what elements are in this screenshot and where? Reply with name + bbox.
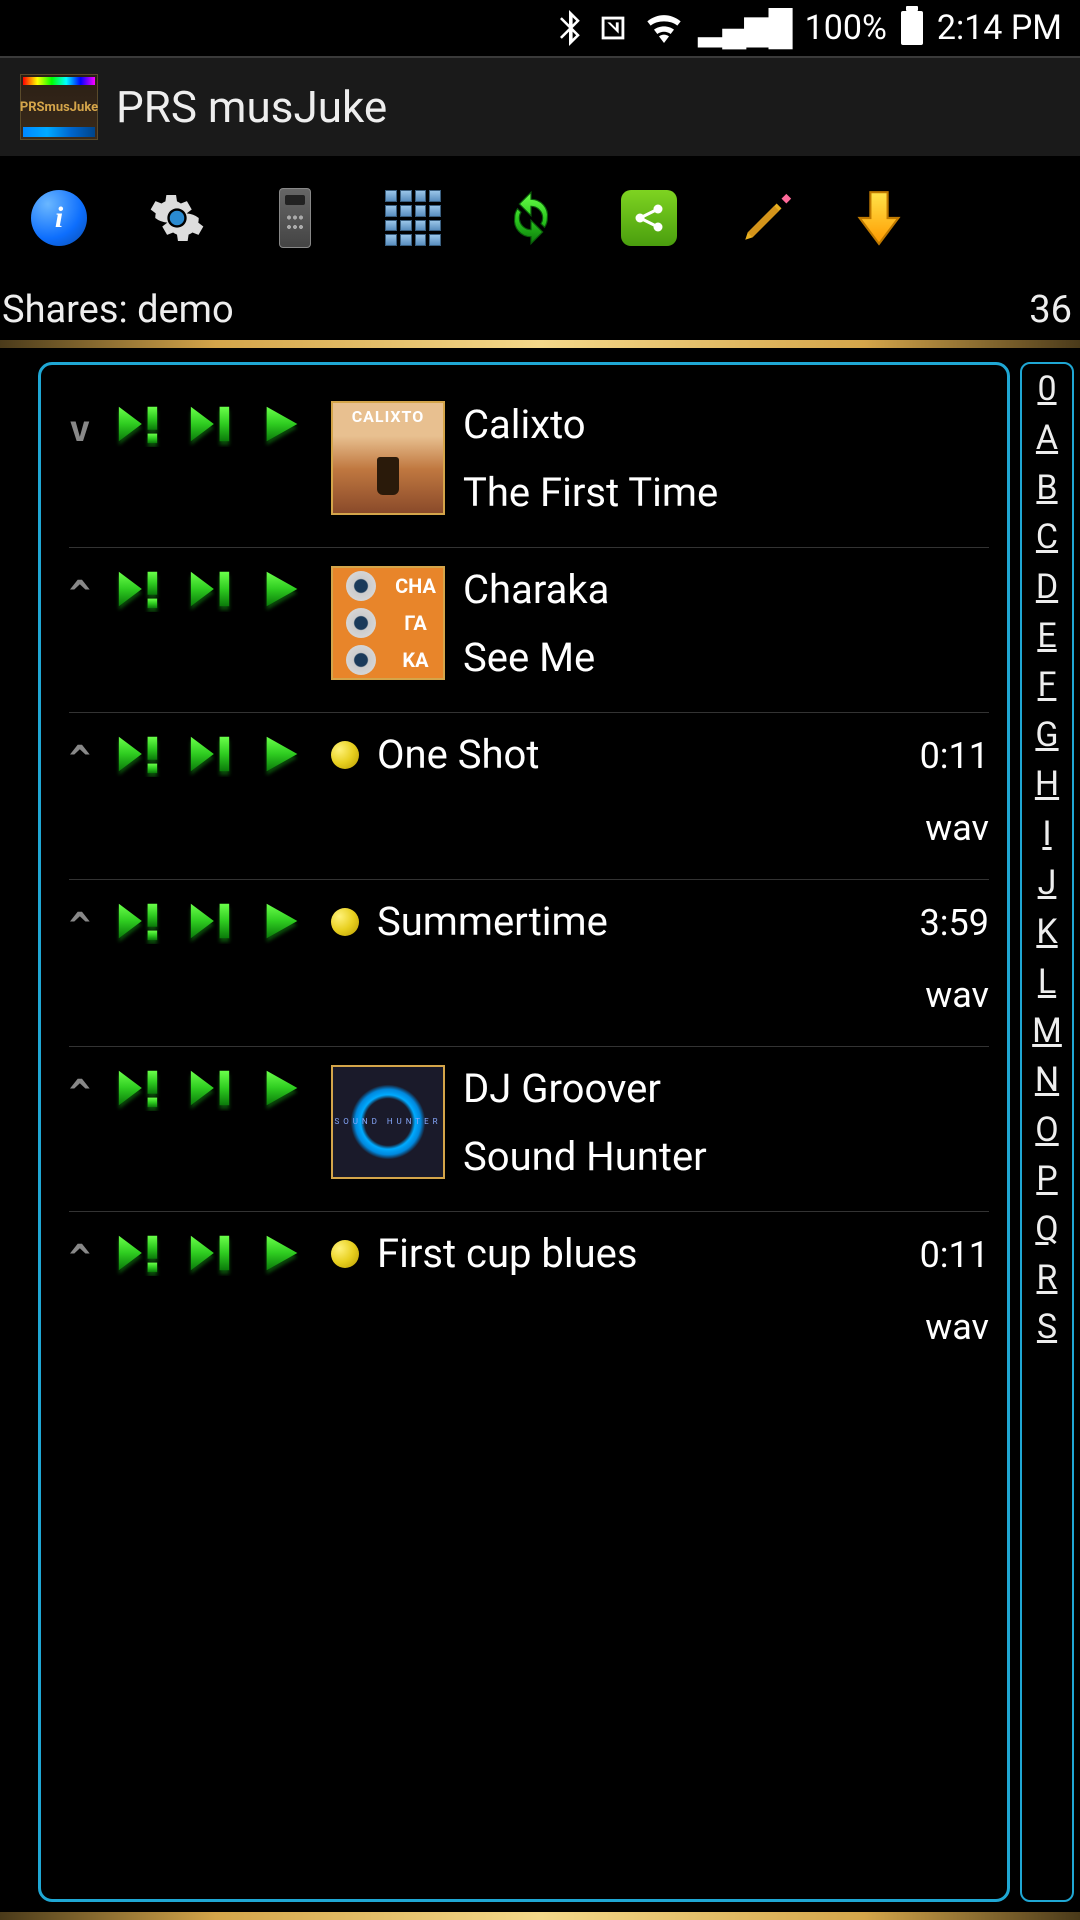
track-row[interactable]: v Calixto The First Time — [69, 383, 989, 548]
track-title: See Me — [463, 634, 989, 682]
expand-toggle[interactable]: v — [69, 401, 109, 450]
track-dot-icon — [331, 741, 359, 769]
divider-bottom — [0, 1912, 1080, 1920]
track-duration: 3:59 — [909, 902, 989, 944]
status-bar: ▂▄▆█ 100% 2:14 PM — [0, 0, 1080, 56]
track-format: wav — [909, 807, 989, 849]
download-button[interactable] — [850, 189, 908, 247]
alpha-index-letter[interactable]: B — [1036, 471, 1057, 505]
track-title: The First Time — [463, 469, 989, 517]
signal-icon: ▂▄▆█ — [698, 8, 790, 48]
app-title: PRS musJuke — [116, 81, 387, 133]
track-dot-icon — [331, 1240, 359, 1268]
track-title: First cup blues — [377, 1230, 909, 1278]
bluetooth-icon — [556, 10, 582, 46]
play-now-button[interactable] — [115, 401, 161, 447]
track-duration: 0:11 — [909, 735, 989, 777]
app-bar: PRSmusJuke PRS musJuke — [0, 56, 1080, 156]
artist-name: Charaka — [463, 566, 989, 614]
artist-name: DJ Groover — [463, 1065, 989, 1113]
expand-toggle[interactable]: ^ — [69, 566, 109, 615]
track-dot-icon — [331, 908, 359, 936]
alpha-index-letter[interactable]: P — [1036, 1162, 1057, 1196]
grid-button[interactable] — [384, 189, 442, 247]
track-list[interactable]: v Calixto The First Time ^ CHAГАKA Charaka See… — [38, 362, 1010, 1902]
divider-top — [0, 340, 1080, 348]
track-row[interactable]: ^ CHAГАKA Charaka See Me — [69, 548, 989, 713]
alpha-index-letter[interactable]: I — [1042, 817, 1051, 851]
play-button[interactable] — [259, 566, 305, 612]
alpha-index-letter[interactable]: K — [1036, 915, 1057, 949]
track-row[interactable]: ^ First cup blues0:11 wav — [69, 1212, 989, 1378]
alpha-index-letter[interactable]: Q — [1035, 1212, 1058, 1246]
track-title: Sound Hunter — [463, 1133, 989, 1181]
wifi-icon — [644, 12, 684, 44]
expand-toggle[interactable]: ^ — [69, 898, 109, 947]
shares-label: Shares: demo — [2, 288, 234, 332]
alpha-index-letter[interactable]: 0 — [1037, 372, 1056, 406]
clock: 2:14 PM — [937, 8, 1062, 48]
album-art[interactable] — [331, 1065, 445, 1179]
alpha-index-letter[interactable]: G — [1035, 718, 1058, 752]
track-row[interactable]: ^ One Shot0:11 wav — [69, 713, 989, 880]
album-art[interactable] — [331, 401, 445, 515]
play-next-button[interactable] — [187, 731, 233, 777]
track-row[interactable]: ^ Summertime3:59 wav — [69, 880, 989, 1047]
shares-count: 36 — [1029, 288, 1072, 332]
play-button[interactable] — [259, 1230, 305, 1276]
play-now-button[interactable] — [115, 1065, 161, 1111]
alpha-index-letter[interactable]: E — [1037, 619, 1056, 653]
toolbar: i — [0, 156, 1080, 280]
remote-button[interactable] — [266, 189, 324, 247]
alpha-index-letter[interactable]: J — [1038, 866, 1057, 900]
edit-button[interactable] — [738, 189, 796, 247]
battery-icon — [901, 11, 923, 45]
battery-percent: 100% — [805, 8, 887, 48]
track-format: wav — [909, 1306, 989, 1348]
alpha-index-letter[interactable]: F — [1038, 668, 1057, 702]
track-row[interactable]: ^ DJ Groover Sound Hunter — [69, 1047, 989, 1212]
play-next-button[interactable] — [187, 898, 233, 944]
alpha-index-letter[interactable]: H — [1035, 767, 1059, 801]
play-button[interactable] — [259, 731, 305, 777]
expand-toggle[interactable]: ^ — [69, 1230, 109, 1279]
nfc-icon — [596, 11, 630, 45]
play-button[interactable] — [259, 1065, 305, 1111]
settings-button[interactable] — [148, 189, 206, 247]
play-next-button[interactable] — [187, 1230, 233, 1276]
alpha-index[interactable]: 0 ABCDEFGHIJKLMNOPQRS — [1020, 362, 1074, 1902]
play-now-button[interactable] — [115, 566, 161, 612]
share-button[interactable] — [620, 189, 678, 247]
track-duration: 0:11 — [909, 1234, 989, 1276]
alpha-index-letter[interactable]: D — [1036, 570, 1058, 604]
alpha-index-letter[interactable]: L — [1038, 965, 1056, 999]
alpha-index-letter[interactable]: A — [1036, 421, 1058, 455]
track-title: One Shot — [377, 731, 909, 779]
app-logo[interactable]: PRSmusJuke — [20, 74, 98, 140]
alpha-index-letter[interactable]: N — [1035, 1063, 1059, 1097]
play-now-button[interactable] — [115, 731, 161, 777]
alpha-index-letter[interactable]: O — [1035, 1113, 1058, 1147]
expand-toggle[interactable]: ^ — [69, 1065, 109, 1114]
play-next-button[interactable] — [187, 1065, 233, 1111]
sync-button[interactable] — [502, 189, 560, 247]
play-button[interactable] — [259, 898, 305, 944]
alpha-index-letter[interactable]: M — [1032, 1014, 1062, 1048]
play-next-button[interactable] — [187, 566, 233, 612]
play-next-button[interactable] — [187, 401, 233, 447]
expand-toggle[interactable]: ^ — [69, 731, 109, 780]
track-format: wav — [909, 974, 989, 1016]
shares-bar: Shares: demo 36 — [0, 280, 1080, 340]
play-now-button[interactable] — [115, 1230, 161, 1276]
track-title: Summertime — [377, 898, 909, 946]
alpha-index-letter[interactable]: R — [1037, 1261, 1058, 1295]
alpha-index-letter[interactable]: C — [1036, 520, 1058, 554]
album-art[interactable]: CHAГАKA — [331, 566, 445, 680]
play-button[interactable] — [259, 401, 305, 447]
info-button[interactable]: i — [30, 189, 88, 247]
artist-name: Calixto — [463, 401, 989, 449]
alpha-index-letter[interactable]: S — [1037, 1310, 1057, 1344]
play-now-button[interactable] — [115, 898, 161, 944]
